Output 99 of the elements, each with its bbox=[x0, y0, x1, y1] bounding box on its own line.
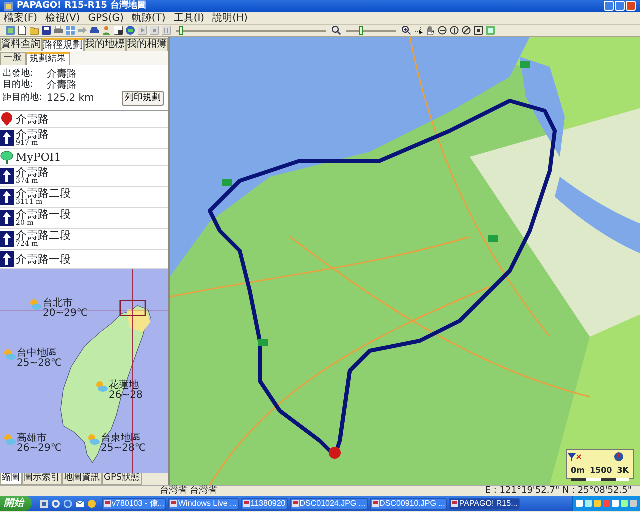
map-icon[interactable] bbox=[6, 26, 14, 35]
panel-tab[interactable]: 地圖資訊 bbox=[62, 473, 102, 485]
step-name: 介壽路一段 bbox=[16, 254, 71, 264]
scale-label: 1500 bbox=[590, 465, 612, 477]
taskbar-button[interactable]: PAPAGO! R15... bbox=[449, 498, 520, 510]
print-route-button[interactable]: 列印規劃 bbox=[122, 91, 164, 106]
sun-cloud-icon bbox=[30, 299, 42, 310]
close-button[interactable] bbox=[626, 1, 636, 11]
hand-icon[interactable] bbox=[426, 26, 434, 35]
taskbar-button[interactable]: DSC01024.JPG ... bbox=[290, 498, 368, 510]
zoom-in-icon[interactable] bbox=[402, 26, 410, 35]
slider-thumb[interactable] bbox=[359, 26, 364, 34]
menu-item[interactable]: 說明(H) bbox=[208, 12, 252, 24]
minimize-button[interactable] bbox=[604, 1, 614, 11]
task-label: DSC01024.JPG ... bbox=[300, 498, 366, 510]
save-icon[interactable] bbox=[42, 26, 50, 35]
step-name: 介壽路一段 bbox=[16, 209, 71, 220]
open-folder-icon[interactable] bbox=[30, 26, 38, 35]
menu-item[interactable]: 工具(I) bbox=[170, 12, 209, 24]
window-icon bbox=[292, 500, 299, 507]
task-label: 11380920 bbox=[250, 498, 286, 510]
city-name: 台中地區 bbox=[17, 349, 57, 359]
window-icon bbox=[104, 500, 111, 507]
window-title: PAPAGO! R15-R15 台灣地圖 bbox=[17, 0, 147, 12]
task-label: v780103 - 偉... bbox=[112, 498, 164, 510]
scale-label: 0m bbox=[571, 465, 585, 477]
app-icon bbox=[4, 2, 13, 10]
info-label: 距目的地: bbox=[3, 93, 44, 104]
sun-cloud-icon bbox=[88, 434, 100, 445]
slider-thumb[interactable] bbox=[178, 26, 183, 34]
panel-tab[interactable]: 路徑規劃 bbox=[42, 38, 84, 51]
taskbar-button[interactable]: DSC00910.JPG ... bbox=[370, 498, 448, 510]
scale-bar bbox=[571, 478, 629, 481]
select-icon[interactable] bbox=[414, 26, 422, 35]
window-icon[interactable] bbox=[114, 26, 122, 35]
panel-tab[interactable]: 一般 bbox=[0, 52, 26, 65]
panel-tab[interactable]: 圖示索引 bbox=[22, 473, 62, 485]
sun-cloud-icon bbox=[96, 381, 108, 392]
restore-button[interactable] bbox=[615, 1, 625, 11]
taskbar-button[interactable]: 11380920 bbox=[240, 498, 288, 510]
step-name: 介壽路 bbox=[16, 167, 49, 178]
sun-cloud-icon bbox=[4, 349, 16, 360]
pause-icon[interactable] bbox=[162, 26, 170, 35]
step-name: MyPOI1 bbox=[16, 152, 62, 162]
panel-tab[interactable]: 資料查詢 bbox=[0, 38, 42, 51]
info-label: 目的地: bbox=[3, 80, 34, 91]
info-value: 125.2 km bbox=[47, 93, 94, 104]
step-name: 介壽路二段 bbox=[16, 230, 71, 241]
city-name: 台北市 bbox=[43, 299, 73, 309]
start-pin-icon bbox=[0, 112, 14, 126]
sun-cloud-icon bbox=[4, 434, 16, 445]
panel-tab[interactable]: 我的相簿 bbox=[126, 38, 168, 51]
status-region: 台灣省 台灣省 bbox=[160, 486, 217, 496]
window-icon bbox=[451, 500, 458, 507]
task-label: Windows Live ... bbox=[178, 498, 237, 510]
temperature-range: 26~29℃ bbox=[17, 444, 62, 454]
panel-tab[interactable]: 我的地標 bbox=[84, 38, 126, 51]
route-step[interactable]: 介壽路 bbox=[0, 111, 168, 128]
panel-tab[interactable]: 縮圖 bbox=[0, 473, 22, 485]
poi-marker-icon bbox=[0, 150, 14, 164]
info-value: 介壽路 bbox=[47, 80, 77, 91]
temperature-range: 20~29℃ bbox=[43, 309, 88, 319]
temperature-range: 25~28℃ bbox=[17, 359, 62, 369]
window-icon bbox=[170, 500, 178, 507]
fit-icon[interactable] bbox=[474, 26, 482, 35]
task-label: DSC00910.JPG ... bbox=[380, 498, 446, 510]
taskbar-button[interactable]: Windows Live ... bbox=[168, 498, 239, 510]
city-name: 高雄市 bbox=[17, 434, 47, 444]
print-icon[interactable] bbox=[54, 26, 62, 35]
info-value: 介壽路 bbox=[47, 69, 77, 80]
scale-label: 3K bbox=[617, 465, 629, 477]
window-icon bbox=[242, 500, 250, 507]
panel-tab[interactable]: GPS狀態 bbox=[102, 473, 142, 485]
globe-icon[interactable] bbox=[126, 26, 134, 35]
overview-map-drawing[interactable] bbox=[0, 269, 168, 473]
menu-item[interactable]: 軌跡(T) bbox=[128, 12, 170, 24]
person-icon[interactable] bbox=[102, 26, 110, 35]
route-step[interactable]: MyPOI1 bbox=[0, 149, 168, 166]
step-name: 介壽路二段 bbox=[16, 188, 71, 199]
window-icon bbox=[372, 500, 379, 507]
panel-tab[interactable]: 規劃結果 bbox=[26, 52, 70, 65]
status-coordinates: E : 121°19'52.7" N : 25°08'52.5" bbox=[485, 486, 632, 496]
layer-icon[interactable] bbox=[486, 26, 494, 35]
new-file-icon[interactable] bbox=[18, 26, 26, 35]
quick-launch-icon[interactable] bbox=[76, 500, 84, 508]
zoom-out-icon[interactable] bbox=[332, 26, 340, 35]
play-icon[interactable] bbox=[138, 26, 146, 35]
task-label: PAPAGO! R15... bbox=[459, 498, 518, 510]
menu-item[interactable]: 檔案(F) bbox=[0, 12, 42, 24]
grid-icon[interactable] bbox=[66, 26, 74, 35]
menu-item[interactable]: 檢視(V) bbox=[42, 12, 84, 24]
step-name: 介壽路 bbox=[16, 114, 49, 124]
quick-launch-icon[interactable] bbox=[88, 500, 96, 508]
taskbar-button[interactable]: v780103 - 偉... bbox=[102, 498, 166, 510]
step-name: 介壽路 bbox=[16, 129, 49, 140]
info-label: 出發地: bbox=[3, 69, 34, 80]
stop-icon[interactable] bbox=[150, 26, 158, 35]
map-drawing[interactable] bbox=[170, 37, 640, 485]
menu-item[interactable]: GPS(G) bbox=[84, 12, 128, 24]
